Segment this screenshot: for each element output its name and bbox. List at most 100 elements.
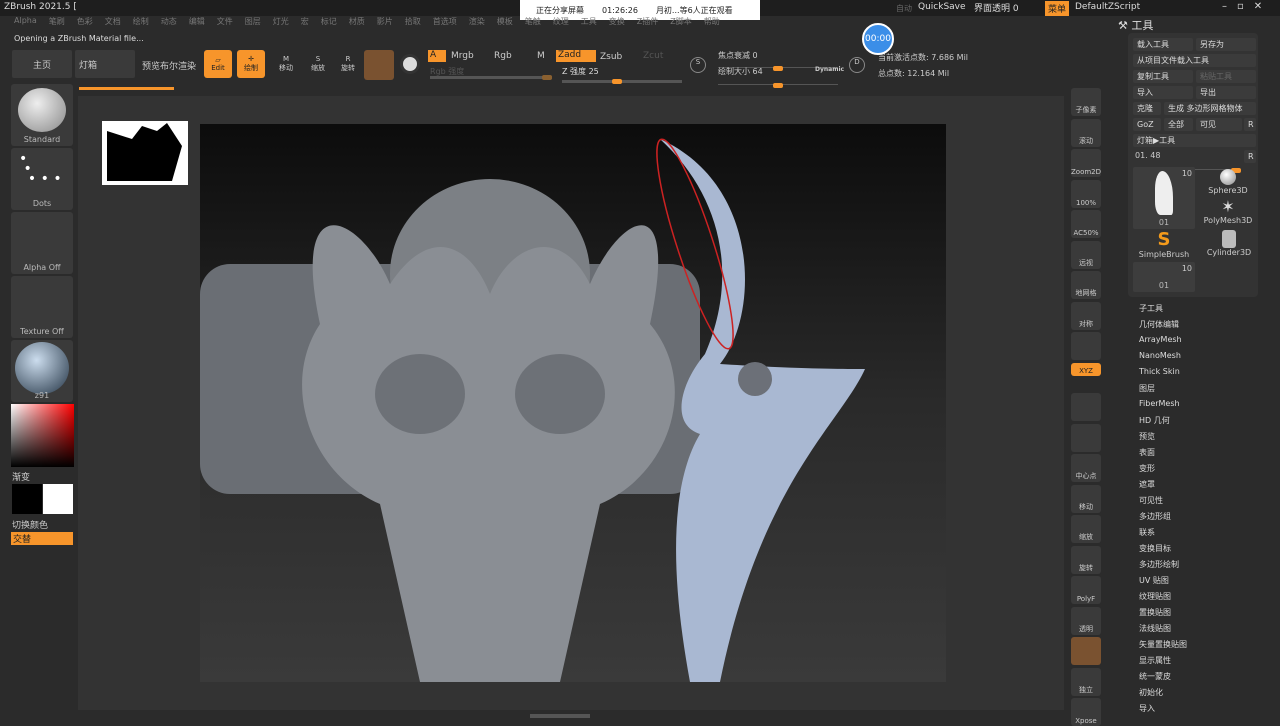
switch-color-button[interactable]: 切换颜色: [12, 518, 48, 531]
texture-selector[interactable]: Texture Off: [11, 276, 73, 338]
menu-item[interactable]: 渲染: [469, 16, 485, 30]
subpalette-item[interactable]: 置换贴图: [1139, 607, 1171, 618]
tool-slider-reset[interactable]: R: [1244, 150, 1256, 163]
shelf-button[interactable]: 透明: [1071, 606, 1101, 635]
subpalette-item[interactable]: 纹理贴图: [1139, 591, 1171, 602]
scale-button[interactable]: S 缩放: [304, 50, 332, 78]
subpalette-item[interactable]: 显示属性: [1139, 655, 1171, 666]
shelf-button[interactable]: 100%: [1071, 179, 1101, 208]
import-button[interactable]: 导入: [1133, 86, 1193, 99]
tab-home[interactable]: 主页: [12, 50, 72, 78]
menu-item[interactable]: 模板: [497, 16, 513, 30]
menu-item[interactable]: 拾取: [405, 16, 421, 30]
stroke-d-icon[interactable]: D: [849, 57, 865, 73]
copy-tool-button[interactable]: 复制工具: [1133, 70, 1193, 83]
load-tool-button[interactable]: 载入工具: [1133, 38, 1193, 51]
subpalette-item[interactable]: 图层: [1139, 383, 1155, 394]
secondary-color-swatch[interactable]: [12, 484, 42, 514]
subpalette-item[interactable]: FiberMesh: [1139, 399, 1180, 408]
menus-button[interactable]: 菜单: [1045, 1, 1070, 16]
load-from-project-button[interactable]: 从项目文件载入工具: [1133, 54, 1256, 67]
subpalette-item[interactable]: 几何体编辑: [1139, 319, 1179, 330]
rgb-intensity-slider[interactable]: [430, 75, 552, 80]
shelf-button[interactable]: PolyF: [1071, 576, 1101, 604]
shelf-button[interactable]: 中心点: [1071, 454, 1101, 482]
subpalette-item[interactable]: 初始化: [1139, 687, 1163, 698]
subpalette-item[interactable]: 联系: [1139, 527, 1155, 538]
subpalette-item[interactable]: HD 几何: [1139, 415, 1170, 426]
default-zscript-button[interactable]: DefaultZScript: [1075, 2, 1140, 12]
subpalette-item[interactable]: UV 贴图: [1139, 575, 1169, 586]
menu-item[interactable]: 纹理: [553, 16, 569, 30]
draw-button[interactable]: ✛ 绘制: [237, 50, 265, 78]
color-mode-icon[interactable]: [400, 54, 420, 74]
shelf-button[interactable]: Zoom2D: [1071, 149, 1101, 177]
tool-thumb-cylinder3d[interactable]: Cylinder3D: [1204, 230, 1254, 257]
menu-item[interactable]: 帮助: [704, 16, 720, 30]
interface-transparency-slider[interactable]: 界面透明 0: [974, 1, 1019, 14]
menu-item[interactable]: 编辑: [189, 16, 205, 30]
tab-lightbox[interactable]: 灯箱: [75, 50, 135, 78]
zadd-button[interactable]: Zadd: [556, 50, 596, 62]
menu-item[interactable]: 笔触: [525, 16, 541, 30]
alpha-selector[interactable]: Alpha Off: [11, 212, 73, 274]
tool-thumb-simplebrush[interactable]: S SimpleBrush: [1136, 230, 1192, 260]
shelf-button[interactable]: 子像素: [1071, 88, 1101, 116]
menu-item[interactable]: 宏: [301, 16, 309, 30]
menu-item[interactable]: 文件: [217, 16, 233, 30]
subpalette-item[interactable]: ArrayMesh: [1139, 335, 1182, 344]
menu-item[interactable]: 笔刷: [49, 16, 65, 30]
menu-item[interactable]: Z脚本: [670, 16, 691, 30]
move-button[interactable]: M 移动: [272, 50, 300, 78]
menu-item[interactable]: 材质: [349, 16, 365, 30]
subpalette-item[interactable]: 矢量置换贴图: [1139, 639, 1187, 650]
material-swatch-button[interactable]: [364, 50, 394, 80]
alternate-button[interactable]: 交替: [11, 532, 73, 545]
brush-selector[interactable]: Standard: [11, 84, 73, 146]
shelf-button[interactable]: XYZ: [1071, 362, 1101, 376]
tool-thumb-01-small[interactable]: 10 01: [1133, 262, 1195, 292]
draw-size-slider[interactable]: [718, 83, 838, 88]
material-selector[interactable]: z91: [11, 340, 73, 402]
shelf-button[interactable]: 远视: [1071, 240, 1101, 269]
save-as-button[interactable]: 另存为: [1196, 38, 1256, 51]
menu-item[interactable]: 文档: [105, 16, 121, 30]
subpalette-item[interactable]: 变形: [1139, 463, 1155, 474]
zcut-button[interactable]: Zcut: [643, 51, 663, 61]
r-button[interactable]: R: [1244, 118, 1256, 131]
navigation-thumbnail[interactable]: [102, 121, 188, 185]
edit-button[interactable]: ▱ Edit: [204, 50, 232, 78]
menu-item[interactable]: 标记: [321, 16, 337, 30]
subpalette-item[interactable]: 预览: [1139, 431, 1155, 442]
rgb-button[interactable]: Rgb: [494, 51, 512, 61]
shelf-button[interactable]: AC50%: [1071, 210, 1101, 238]
a-button[interactable]: A: [428, 50, 446, 62]
dynamic-toggle[interactable]: Dynamic: [815, 66, 844, 73]
subpalette-item[interactable]: 变换目标: [1139, 543, 1171, 554]
tool-thumb-sphere3d[interactable]: Sphere3D: [1205, 168, 1251, 195]
shelf-button[interactable]: 旋转: [1071, 545, 1101, 574]
rotate-button[interactable]: R 旋转: [334, 50, 362, 78]
shelf-button[interactable]: [1071, 393, 1101, 421]
tool-thumb-01[interactable]: 10 01: [1133, 167, 1195, 229]
export-button[interactable]: 导出: [1196, 86, 1256, 99]
quicksave-button[interactable]: QuickSave: [918, 2, 966, 12]
menu-item[interactable]: 绘制: [133, 16, 149, 30]
zsub-button[interactable]: Zsub: [600, 52, 622, 62]
menu-item[interactable]: Z插件: [637, 16, 658, 30]
shelf-button[interactable]: 移动: [1071, 484, 1101, 513]
stroke-selector[interactable]: • • • • • Dots: [11, 148, 73, 210]
menu-item[interactable]: 工具: [581, 16, 597, 30]
shelf-button[interactable]: 缩放: [1071, 515, 1101, 543]
lightbox-tools-button[interactable]: 灯箱▶工具: [1133, 134, 1256, 147]
clone-button[interactable]: 克隆: [1133, 102, 1161, 115]
shelf-button[interactable]: 滚动: [1071, 118, 1101, 147]
subpalette-item[interactable]: NanoMesh: [1139, 351, 1181, 360]
subpalette-item[interactable]: 法线贴图: [1139, 623, 1171, 634]
subpalette-item[interactable]: 统一蒙皮: [1139, 671, 1171, 682]
paste-tool-button[interactable]: 粘贴工具: [1196, 70, 1256, 83]
tool-thumb-polymesh3d[interactable]: ✶ PolyMesh3D: [1200, 198, 1256, 226]
m-button[interactable]: M: [537, 51, 545, 61]
subpalette-item[interactable]: 可见性: [1139, 495, 1163, 506]
subpalette-item[interactable]: 导入: [1139, 703, 1155, 714]
